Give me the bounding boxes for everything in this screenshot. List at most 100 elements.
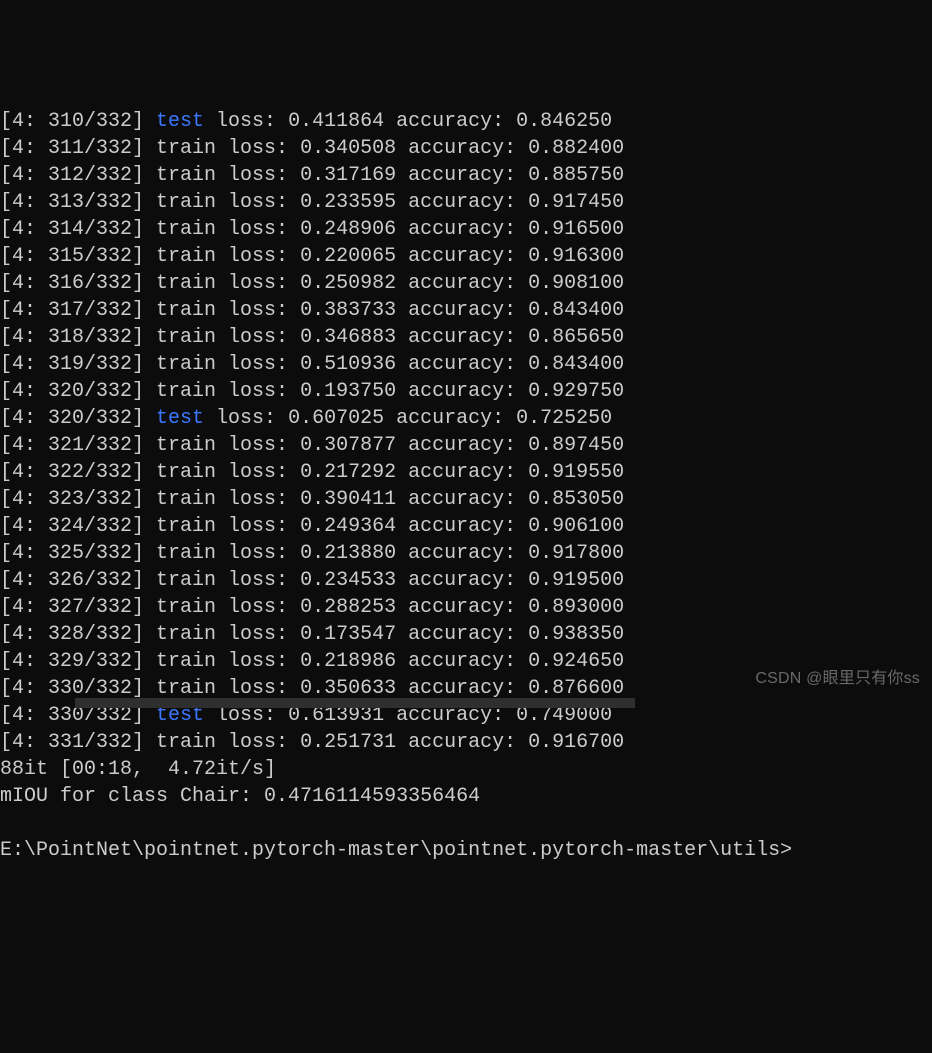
accuracy-value: 0.885750 [528, 164, 624, 187]
log-line: [4: 328/332] train loss: 0.173547 accura… [0, 621, 932, 648]
mode-test: test [156, 407, 204, 430]
log-prefix: [4: 311/332] [0, 137, 156, 160]
loss-label: loss: [216, 434, 300, 457]
loss-value: 0.288253 [300, 596, 396, 619]
loss-label: loss: [216, 218, 300, 241]
accuracy-value: 0.919500 [528, 569, 624, 592]
loss-value: 0.340508 [300, 137, 396, 160]
accuracy-value: 0.924650 [528, 650, 624, 673]
log-line: [4: 319/332] train loss: 0.510936 accura… [0, 351, 932, 378]
loss-label: loss: [216, 542, 300, 565]
loss-value: 0.510936 [300, 353, 396, 376]
accuracy-label: accuracy: [384, 110, 516, 133]
log-prefix: [4: 317/332] [0, 299, 156, 322]
mode-test: test [156, 110, 204, 133]
terminal-output[interactable]: [4: 310/332] test loss: 0.411864 accurac… [0, 108, 932, 864]
accuracy-value: 0.908100 [528, 272, 624, 295]
accuracy-value: 0.917450 [528, 191, 624, 214]
log-prefix: [4: 319/332] [0, 353, 156, 376]
accuracy-value: 0.846250 [516, 110, 612, 133]
loss-label: loss: [204, 110, 288, 133]
loss-label: loss: [216, 380, 300, 403]
loss-value: 0.307877 [300, 434, 396, 457]
mode-train: train [156, 461, 216, 484]
mode-train: train [156, 596, 216, 619]
log-prefix: [4: 310/332] [0, 110, 156, 133]
loss-label: loss: [216, 731, 300, 754]
mode-train: train [156, 191, 216, 214]
accuracy-value: 0.916700 [528, 731, 624, 754]
mode-train: train [156, 353, 216, 376]
log-prefix: [4: 323/332] [0, 488, 156, 511]
loss-label: loss: [216, 569, 300, 592]
log-line: [4: 316/332] train loss: 0.250982 accura… [0, 270, 932, 297]
mode-train: train [156, 380, 216, 403]
loss-label: loss: [216, 245, 300, 268]
accuracy-value: 0.865650 [528, 326, 624, 349]
mode-train: train [156, 272, 216, 295]
mode-train: train [156, 488, 216, 511]
accuracy-label: accuracy: [396, 623, 528, 646]
log-prefix: [4: 320/332] [0, 407, 156, 430]
loss-label: loss: [216, 299, 300, 322]
accuracy-value: 0.893000 [528, 596, 624, 619]
progress-line: 88it [00:18, 4.72it/s] [0, 756, 932, 783]
accuracy-label: accuracy: [396, 677, 528, 700]
accuracy-value: 0.917800 [528, 542, 624, 565]
accuracy-label: accuracy: [396, 488, 528, 511]
log-line: [4: 311/332] train loss: 0.340508 accura… [0, 135, 932, 162]
loss-label: loss: [216, 353, 300, 376]
accuracy-label: accuracy: [396, 326, 528, 349]
accuracy-label: accuracy: [396, 272, 528, 295]
mode-train: train [156, 623, 216, 646]
accuracy-value: 0.929750 [528, 380, 624, 403]
loss-label: loss: [216, 677, 300, 700]
loss-label: loss: [216, 596, 300, 619]
loss-label: loss: [216, 326, 300, 349]
accuracy-value: 0.938350 [528, 623, 624, 646]
log-line: [4: 322/332] train loss: 0.217292 accura… [0, 459, 932, 486]
mode-train: train [156, 434, 216, 457]
log-line: [4: 318/332] train loss: 0.346883 accura… [0, 324, 932, 351]
loss-value: 0.250982 [300, 272, 396, 295]
shell-prompt: E:\PointNet\pointnet.pytorch-master\poin… [0, 837, 932, 864]
loss-label: loss: [216, 623, 300, 646]
accuracy-label: accuracy: [396, 353, 528, 376]
accuracy-value: 0.843400 [528, 353, 624, 376]
log-prefix: [4: 321/332] [0, 434, 156, 457]
log-prefix: [4: 329/332] [0, 650, 156, 673]
accuracy-value: 0.882400 [528, 137, 624, 160]
accuracy-label: accuracy: [396, 299, 528, 322]
mode-train: train [156, 515, 216, 538]
loss-value: 0.383733 [300, 299, 396, 322]
loss-label: loss: [216, 461, 300, 484]
log-prefix: [4: 326/332] [0, 569, 156, 592]
loss-value: 0.390411 [300, 488, 396, 511]
accuracy-label: accuracy: [396, 650, 528, 673]
loss-value: 0.411864 [288, 110, 384, 133]
log-line: [4: 312/332] train loss: 0.317169 accura… [0, 162, 932, 189]
log-line: [4: 310/332] test loss: 0.411864 accurac… [0, 108, 932, 135]
blank-line [0, 810, 932, 837]
log-prefix: [4: 316/332] [0, 272, 156, 295]
accuracy-value: 0.906100 [528, 515, 624, 538]
mode-train: train [156, 218, 216, 241]
accuracy-label: accuracy: [396, 542, 528, 565]
loss-value: 0.251731 [300, 731, 396, 754]
loss-value: 0.350633 [300, 677, 396, 700]
log-line: [4: 331/332] train loss: 0.251731 accura… [0, 729, 932, 756]
loss-label: loss: [216, 272, 300, 295]
loss-value: 0.217292 [300, 461, 396, 484]
loss-label: loss: [216, 137, 300, 160]
loss-value: 0.607025 [288, 407, 384, 430]
loss-value: 0.249364 [300, 515, 396, 538]
loss-value: 0.173547 [300, 623, 396, 646]
accuracy-label: accuracy: [396, 596, 528, 619]
mode-train: train [156, 164, 216, 187]
log-line: [4: 325/332] train loss: 0.213880 accura… [0, 540, 932, 567]
accuracy-label: accuracy: [384, 407, 516, 430]
accuracy-label: accuracy: [396, 245, 528, 268]
mode-train: train [156, 650, 216, 673]
loss-label: loss: [216, 650, 300, 673]
accuracy-label: accuracy: [396, 191, 528, 214]
